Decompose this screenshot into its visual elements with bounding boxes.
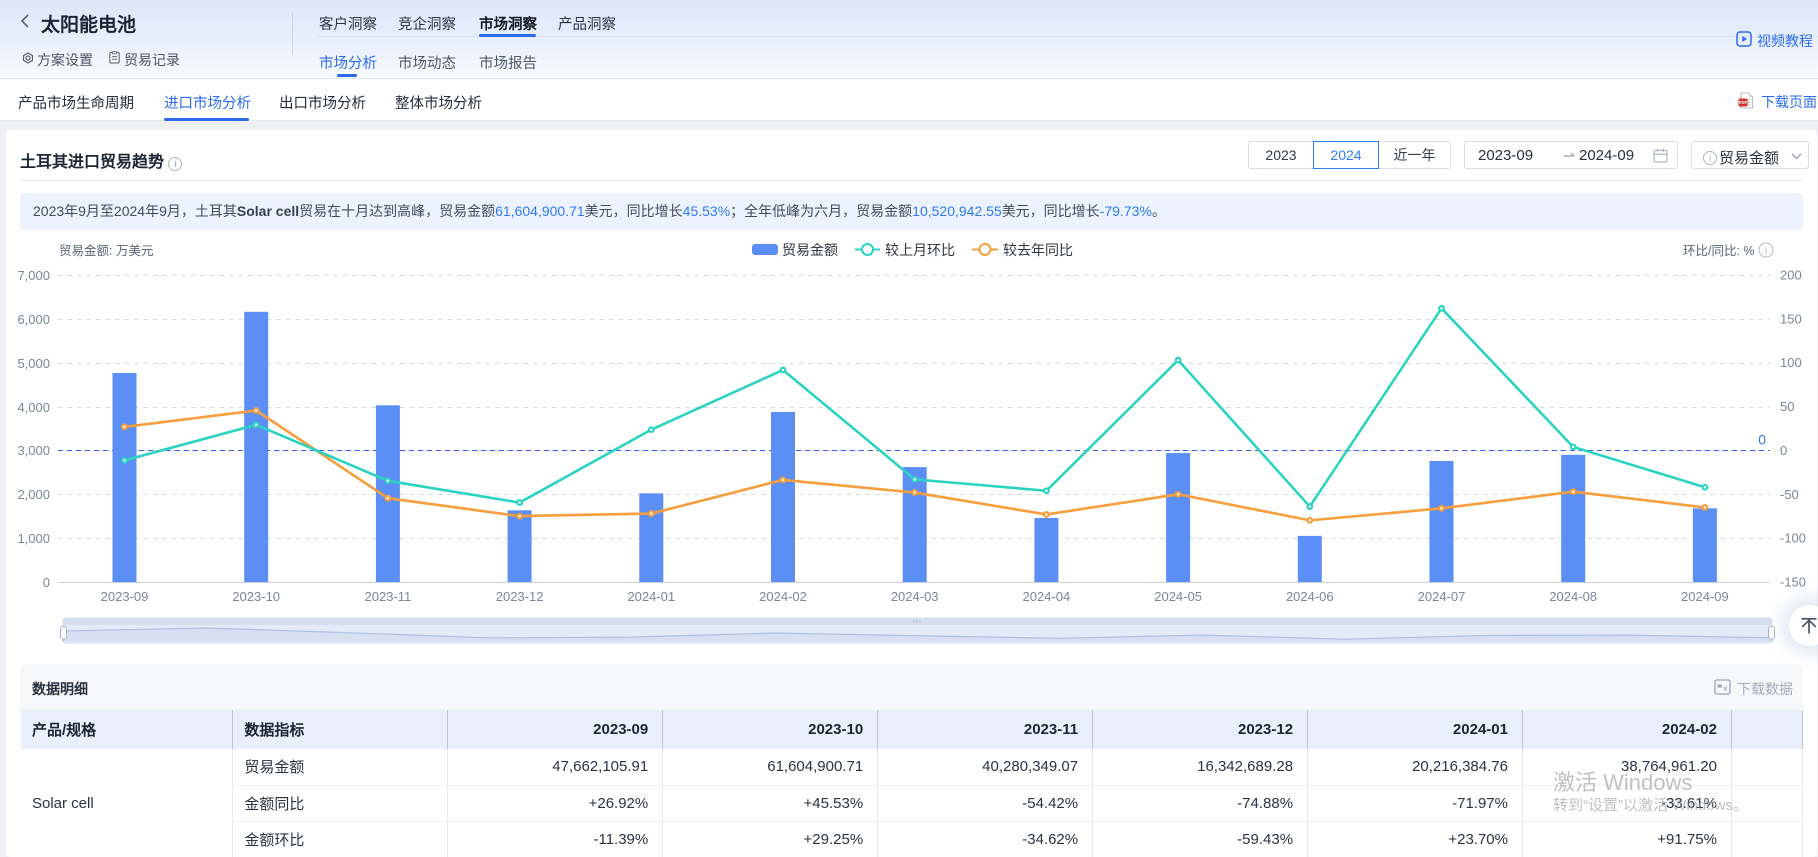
svg-text:2023-10: 2023-10 <box>232 589 280 604</box>
svg-text:2024-01: 2024-01 <box>627 589 675 604</box>
svg-text:5,000: 5,000 <box>17 356 50 371</box>
svg-text:2024-03: 2024-03 <box>891 589 939 604</box>
svg-text:1,000: 1,000 <box>17 531 50 546</box>
svg-text:较上月环比: 较上月环比 <box>885 242 955 258</box>
svg-text:环比/同比: %: 环比/同比: % <box>1683 244 1755 258</box>
svg-text:2024-09: 2024-09 <box>1681 589 1729 604</box>
svg-text:i: i <box>1765 246 1767 257</box>
svg-text:2,000: 2,000 <box>17 487 50 502</box>
svg-text:7,000: 7,000 <box>17 268 50 283</box>
svg-text:2024-07: 2024-07 <box>1418 589 1466 604</box>
svg-text:x: x <box>1724 686 1728 693</box>
svg-text:3,000: 3,000 <box>17 443 50 458</box>
svg-text:贸易金额: 贸易金额 <box>782 242 838 258</box>
svg-text:2024-06: 2024-06 <box>1286 589 1334 604</box>
svg-text:贸易金额: 万美元: 贸易金额: 万美元 <box>59 243 153 258</box>
svg-text:-100: -100 <box>1780 531 1806 546</box>
svg-text:2024-05: 2024-05 <box>1154 589 1202 604</box>
svg-text:200: 200 <box>1780 268 1802 283</box>
svg-text:2024-08: 2024-08 <box>1549 589 1597 604</box>
svg-text:100: 100 <box>1780 355 1802 370</box>
svg-text:较去年同比: 较去年同比 <box>1003 242 1073 258</box>
svg-text:4,000: 4,000 <box>17 400 50 415</box>
svg-text:0: 0 <box>1780 443 1787 458</box>
svg-text:-150: -150 <box>1780 575 1806 590</box>
svg-text:2024-02: 2024-02 <box>759 589 807 604</box>
svg-text:50: 50 <box>1780 399 1794 414</box>
svg-text:2023-09: 2023-09 <box>101 589 149 604</box>
svg-text:PDF: PDF <box>1739 100 1748 105</box>
svg-text:2023-11: 2023-11 <box>365 589 412 604</box>
svg-text:0: 0 <box>1758 431 1766 447</box>
svg-text:2024-04: 2024-04 <box>1023 589 1071 604</box>
svg-text:2023-12: 2023-12 <box>496 589 544 604</box>
svg-text:6,000: 6,000 <box>17 312 50 327</box>
svg-text:0: 0 <box>43 575 50 590</box>
svg-text:150: 150 <box>1780 311 1802 326</box>
svg-text:-50: -50 <box>1780 487 1799 502</box>
